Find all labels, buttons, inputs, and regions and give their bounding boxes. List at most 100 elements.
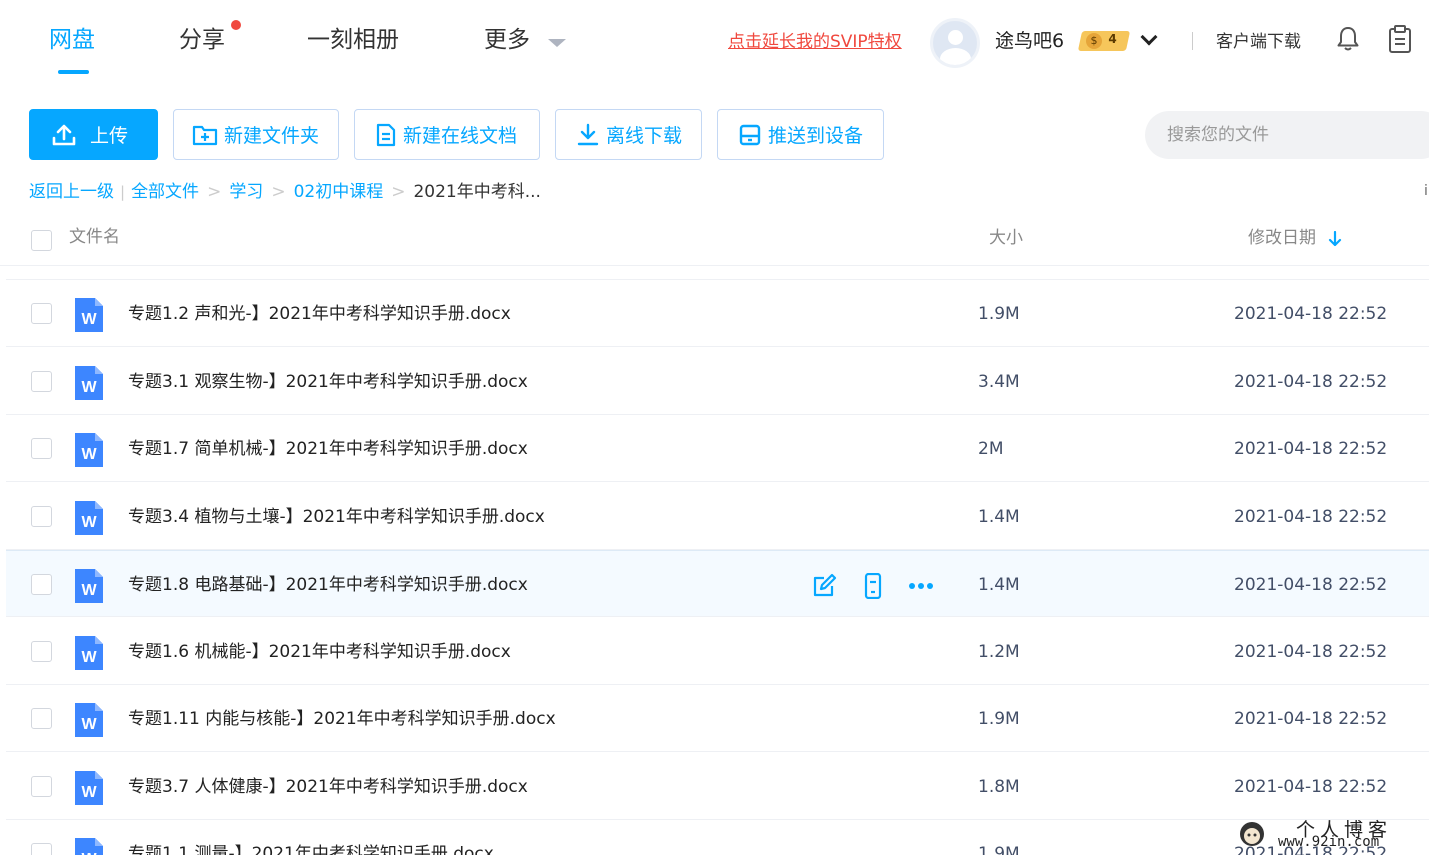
file-row[interactable]: W 专题1.11 内能与核能-】2021年中考科学知识手册.docx 1.9M 202…	[6, 685, 1429, 752]
row-checkbox[interactable]	[31, 776, 52, 797]
word-doc-icon: W	[75, 703, 103, 737]
breadcrumb-divider: |	[120, 183, 126, 201]
row-checkbox[interactable]	[31, 506, 52, 527]
new-online-doc-label: 新建在线文档	[403, 125, 518, 147]
file-row[interactable]: W 专题1.2 声和光-】2021年中考科学知识手册.docx 1.9M 2021-0…	[6, 280, 1429, 347]
tab-netdisk[interactable]: 网盘	[49, 24, 95, 56]
file-name[interactable]: 专题3.1 观察生物-】2021年中考科学知识手册.docx	[128, 370, 528, 394]
edit-icon[interactable]	[812, 573, 838, 599]
sort-desc-arrow-icon[interactable]	[1328, 231, 1342, 247]
word-doc-icon: W	[75, 433, 103, 467]
view-toggle-icon[interactable]: i	[1424, 183, 1428, 199]
file-modified-date: 2021-04-18 22:52	[1234, 439, 1388, 459]
file-row[interactable]: W 专题1.6 机械能-】2021年中考科学知识手册.docx 1.2M 2021-0…	[6, 618, 1429, 685]
vip-level-badge: $ 4	[1077, 31, 1131, 51]
svg-text:W: W	[81, 851, 97, 855]
tab-album[interactable]: 一刻相册	[307, 24, 399, 56]
upload-button[interactable]: 上传	[29, 109, 158, 160]
tab-more[interactable]: 更多	[484, 24, 530, 56]
file-modified-date: 2021-04-18 22:52	[1234, 304, 1388, 324]
file-name[interactable]: 专题1.8 电路基础-】2021年中考科学知识手册.docx	[128, 573, 528, 597]
header-size[interactable]: 大小	[989, 226, 1023, 250]
new-folder-button[interactable]: 新建文件夹	[173, 109, 339, 160]
offline-download-button[interactable]: 离线下载	[555, 109, 702, 160]
clipboard-icon[interactable]	[1388, 24, 1412, 54]
avatar-body-shape	[940, 48, 971, 65]
new-folder-label: 新建文件夹	[224, 125, 320, 147]
breadcrumb-all-files[interactable]: 全部文件	[131, 180, 199, 204]
breadcrumb-junior-course[interactable]: 02初中课程	[294, 180, 384, 204]
search-input[interactable]	[1167, 111, 1427, 159]
file-name[interactable]: 专题1.7 简单机械-】2021年中考科学知识手册.docx	[128, 437, 528, 461]
file-modified-date: 2021-04-18 22:52	[1234, 642, 1388, 662]
breadcrumb-back-link[interactable]: 返回上一级	[29, 180, 114, 204]
avatar-head-shape	[948, 30, 963, 45]
push-to-device-button[interactable]: 推送到设备	[717, 109, 884, 160]
file-size: 2M	[978, 439, 1004, 459]
user-menu-chevron-icon[interactable]	[1140, 28, 1158, 46]
file-row[interactable]: W 专题1.7 简单机械-】2021年中考科学知识手册.docx 2M 2021-04…	[6, 415, 1429, 482]
row-checkbox[interactable]	[31, 303, 52, 324]
file-row[interactable]: W 专题1.8 电路基础-】2021年中考科学知识手册.docx 1.4M 2021-…	[6, 550, 1429, 617]
avatar[interactable]	[930, 18, 980, 68]
file-modified-date: 2021-04-18 22:52	[1234, 777, 1388, 797]
row-checkbox[interactable]	[31, 641, 52, 662]
row-checkbox[interactable]	[31, 371, 52, 392]
file-size: 1.2M	[978, 642, 1020, 662]
bell-icon[interactable]	[1336, 26, 1360, 52]
phone-push-icon[interactable]	[860, 573, 886, 599]
file-name[interactable]: 专题1.1 测量-】2021年中考科学知识手册.docx	[128, 842, 494, 855]
word-doc-icon: W	[75, 569, 103, 603]
download-icon	[577, 123, 599, 145]
file-name[interactable]: 专题1.2 声和光-】2021年中考科学知识手册.docx	[128, 302, 511, 326]
word-doc-icon: W	[75, 636, 103, 670]
file-name[interactable]: 专题3.4 植物与土壤-】2021年中考科学知识手册.docx	[128, 505, 545, 529]
file-size: 1.9M	[978, 844, 1020, 855]
file-name[interactable]: 专题1.11 内能与核能-】2021年中考科学知识手册.docx	[128, 707, 556, 731]
more-caret-icon[interactable]	[548, 39, 566, 47]
word-doc-icon: W	[75, 501, 103, 535]
row-checkbox[interactable]	[31, 574, 52, 595]
breadcrumb: 返回上一级 | 全部文件 > 学习 > 02初中课程 > 2021年中考科...	[29, 180, 541, 204]
word-doc-icon: W	[75, 838, 103, 855]
offline-download-label: 离线下载	[606, 125, 683, 147]
file-row[interactable]: W专题1.1 测量-】2021年中考科学知识手册.docx1.9M2021-04…	[6, 820, 1429, 855]
push-to-device-label: 推送到设备	[768, 125, 864, 147]
breadcrumb-separator: >	[391, 182, 406, 202]
file-row[interactable]: W 专题3.1 观察生物-】2021年中考科学知识手册.docx 3.4M 2021-…	[6, 348, 1429, 415]
file-name[interactable]: 专题3.7 人体健康-】2021年中考科学知识手册.docx	[128, 775, 528, 799]
divider	[1192, 32, 1193, 50]
file-size: 3.4M	[978, 372, 1020, 392]
select-all-checkbox[interactable]	[31, 230, 52, 251]
upload-label: 上传	[90, 125, 129, 147]
header-filename[interactable]: 文件名	[69, 225, 120, 249]
row-checkbox[interactable]	[31, 843, 52, 855]
file-size: 1.9M	[978, 709, 1020, 729]
row-checkbox[interactable]	[31, 438, 52, 459]
client-download-link[interactable]: 客户端下载	[1216, 30, 1301, 54]
file-row[interactable]: W 专题3.7 人体健康-】2021年中考科学知识手册.docx 1.8M 2021-…	[6, 753, 1429, 820]
tab-share[interactable]: 分享	[179, 24, 225, 56]
word-doc-icon: W	[75, 298, 103, 332]
file-size: 1.8M	[978, 777, 1020, 797]
row-checkbox[interactable]	[31, 708, 52, 729]
file-modified-date: 2021-04-18 22:52	[1234, 507, 1388, 527]
watermark-url: www.92in.com	[1278, 834, 1380, 850]
vip-coin-icon: $	[1086, 33, 1102, 49]
new-folder-icon	[192, 125, 218, 145]
breadcrumb-study[interactable]: 学习	[229, 180, 263, 204]
header-modified-date[interactable]: 修改日期	[1248, 226, 1316, 250]
new-online-doc-button[interactable]: 新建在线文档	[354, 109, 540, 160]
file-modified-date: 2021-04-18 22:52	[1234, 575, 1388, 595]
file-name[interactable]: 专题1.6 机械能-】2021年中考科学知识手册.docx	[128, 640, 511, 664]
file-row[interactable]: W 专题3.4 植物与土壤-】2021年中考科学知识手册.docx 1.4M 2021…	[6, 483, 1429, 550]
username[interactable]: 途鸟吧6	[995, 27, 1064, 55]
svg-text:W: W	[81, 582, 97, 599]
list-header: 文件名 大小 修改日期	[0, 208, 1429, 266]
svip-extend-link[interactable]: 点击延长我的SVIP特权	[728, 30, 902, 54]
file-modified-date: 2021-04-18 22:52	[1234, 709, 1388, 729]
more-options-icon[interactable]	[908, 573, 934, 599]
search-box	[1145, 111, 1429, 159]
file-size: 1.9M	[978, 304, 1020, 324]
svg-text:W: W	[81, 716, 97, 733]
